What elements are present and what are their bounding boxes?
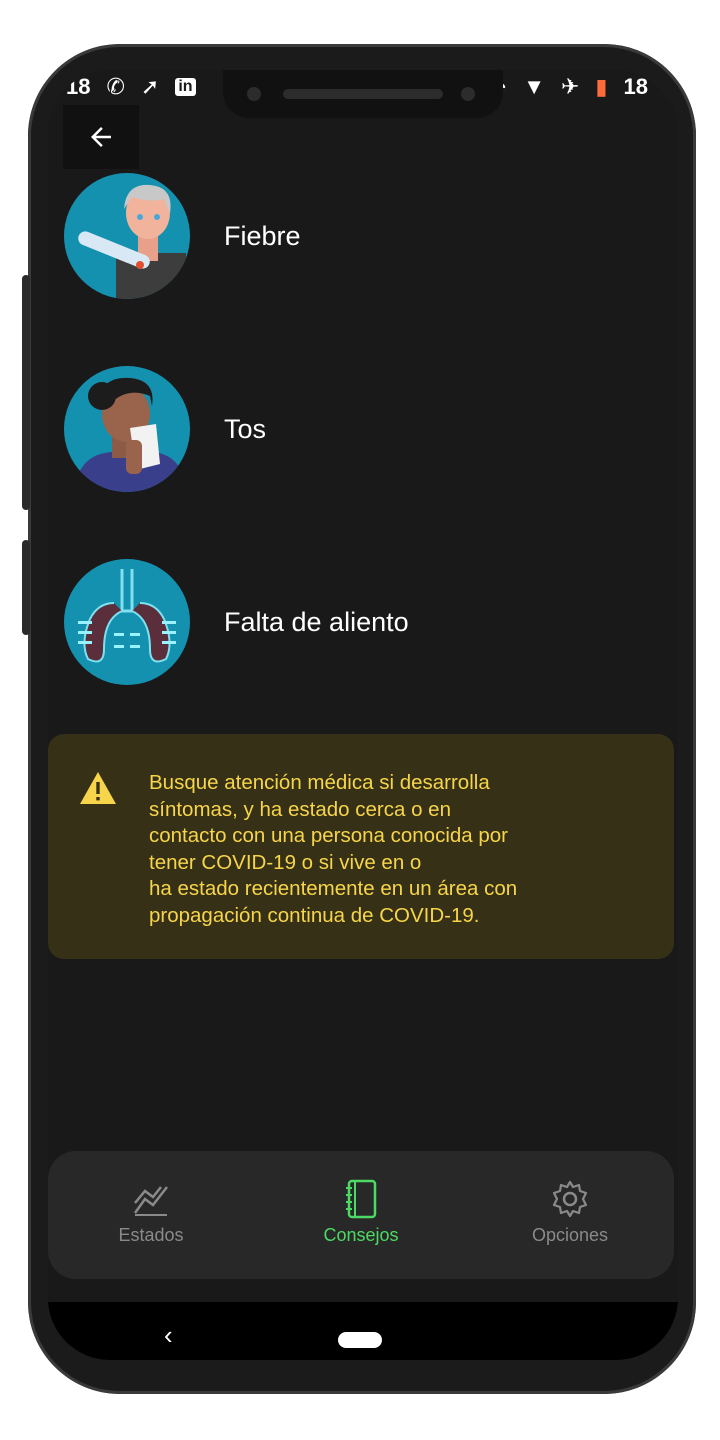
status-time: 18 (623, 74, 648, 99)
chart-trend-icon (133, 1186, 168, 1216)
symptom-label-fever: Fiebre (224, 220, 301, 251)
cough-avatar (64, 366, 190, 492)
share-icon: ➚ (140, 74, 160, 99)
symptom-item-breath[interactable]: Falta de aliento (64, 558, 624, 686)
nav-label-estados: Estados (118, 1225, 184, 1245)
bottom-navigation: Estados Consejos Opciones (48, 1151, 674, 1279)
fever-avatar (64, 173, 190, 299)
status-bar-left: 18 ✆ ➚ in (66, 74, 196, 100)
nav-item-consejos[interactable]: Consejos (281, 1179, 441, 1246)
clock-partial: 18 (66, 74, 91, 99)
symptom-item-cough[interactable]: Tos (64, 365, 624, 493)
status-bar-right: ◔ ▼ ✈ ▮ 18 (494, 74, 648, 100)
app-screen: 18 ✆ ➚ in ◔ ▼ ✈ ▮ 18 (48, 70, 678, 1360)
warning-message: Busque atención médica si desarrolla sín… (149, 770, 589, 929)
camera-notch (223, 70, 503, 118)
camera-icon (247, 87, 261, 101)
notebook-icon (346, 1179, 377, 1219)
warning-line: contacto con una persona conocida por (149, 824, 509, 847)
symptom-label-cough: Tos (224, 413, 267, 444)
speaker-grille (283, 89, 443, 99)
wifi-icon: ▼ (523, 74, 545, 99)
warning-line: síntomas, y ha estado cerca o en (149, 797, 451, 821)
warning-line: ha estado recientemente en un área con (149, 877, 518, 900)
lungs-avatar (64, 559, 190, 685)
warning-card: Busque atención médica si desarrolla sín… (48, 734, 674, 959)
volume-button (22, 275, 30, 510)
warning-line: tener COVID-19 o si vive en o (149, 850, 422, 874)
arrow-left-icon (91, 127, 111, 147)
power-button (22, 540, 30, 635)
nav-label-consejos: Consejos (323, 1225, 399, 1245)
symptom-label-breath: Falta de aliento (224, 606, 409, 637)
linkedin-icon: in (175, 78, 196, 96)
symptom-item-fever[interactable]: Fiebre (64, 172, 624, 300)
whatsapp-icon: ✆ (106, 74, 125, 99)
nav-item-estados[interactable]: Estados (71, 1179, 231, 1246)
nav-item-opciones[interactable]: Opciones (490, 1179, 650, 1246)
sensor-icon (461, 87, 475, 101)
back-button[interactable] (63, 105, 139, 169)
battery-icon: ▮ (595, 74, 608, 99)
system-nav-bar: ‹ (48, 1302, 678, 1360)
system-home-pill[interactable] (338, 1332, 382, 1348)
gear-icon (552, 1180, 588, 1218)
airplane-icon: ✈ (560, 74, 580, 99)
warning-line: propagación continua de COVID-19. (149, 903, 480, 927)
warning-icon (80, 772, 116, 804)
system-back-icon[interactable]: ‹ (164, 1320, 173, 1351)
warning-line: Busque atención médica si desarrolla (149, 771, 490, 794)
nav-label-opciones: Opciones (531, 1225, 609, 1245)
